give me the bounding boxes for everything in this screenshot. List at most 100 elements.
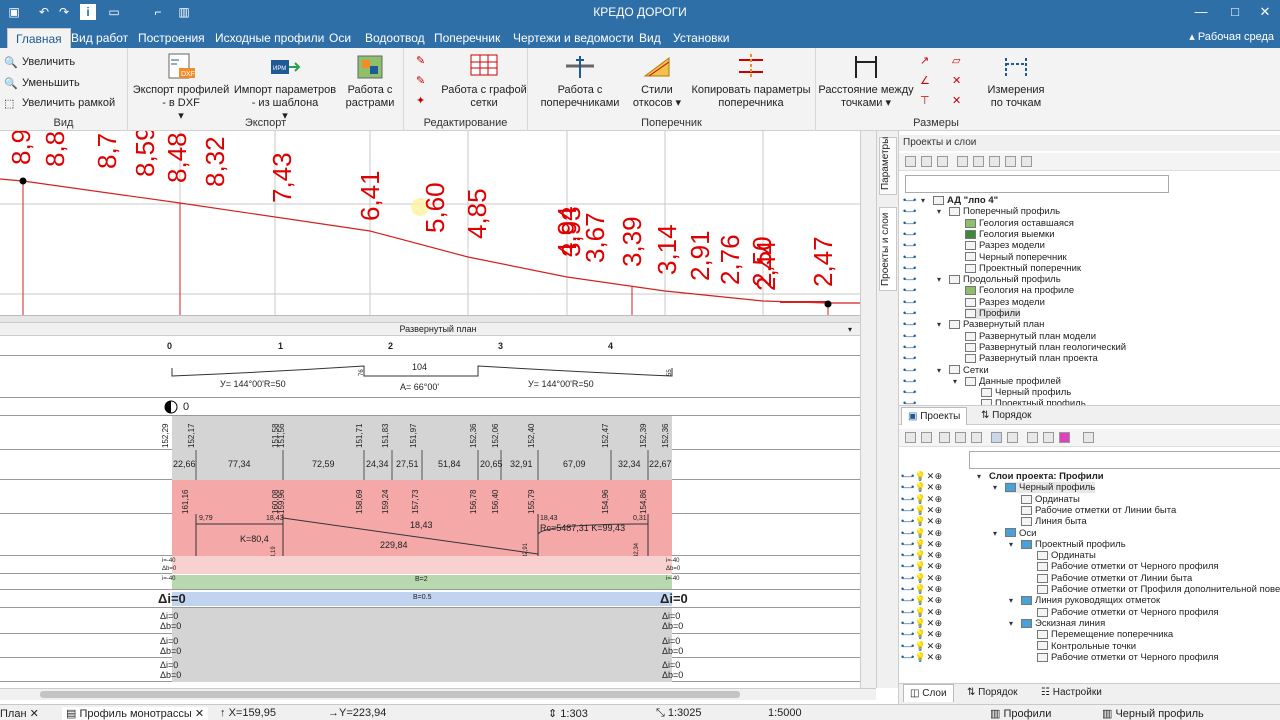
layer-controls-icon[interactable]: •—• 💡 ✕ ⊕ xyxy=(901,573,942,584)
toolbar-icon[interactable] xyxy=(1005,156,1016,167)
tab-layers-order[interactable]: ⇅ Порядок xyxy=(961,684,1024,702)
project-tree-item[interactable]: Профили xyxy=(965,308,1021,319)
layer-tree-item[interactable]: Рабочие отметки от Линии быта xyxy=(1037,573,1192,584)
project-tree-item[interactable]: Геология выемки xyxy=(965,229,1055,240)
close-tab-icon[interactable]: ✕ xyxy=(30,708,39,720)
maximize-icon[interactable]: □ xyxy=(1220,2,1250,22)
vertical-scrollbar[interactable] xyxy=(860,131,876,688)
expand-chevron-icon[interactable]: ▾ xyxy=(977,472,981,481)
layer-tree-item[interactable]: Проектный профиль xyxy=(1021,539,1126,550)
edit-icon-3[interactable]: ✦ xyxy=(416,94,425,107)
active-black-profile[interactable]: ▥ Черный профиль xyxy=(1102,707,1204,720)
toolbar-icon[interactable] xyxy=(905,156,916,167)
tab-order[interactable]: ⇅ Порядок xyxy=(975,407,1038,425)
layer-tree-item[interactable]: Рабочие отметки от Профиля дополнительно… xyxy=(1037,584,1280,595)
dim-vertical-icon[interactable]: ⊤ xyxy=(920,94,930,107)
close-tab-icon[interactable]: ✕ xyxy=(195,708,204,720)
workspace-label[interactable]: ▴ Рабочая среда xyxy=(1189,30,1274,43)
toolbar-icon[interactable] xyxy=(1027,432,1038,443)
layer-tree-item[interactable]: Слои проекта: Профили xyxy=(989,471,1104,482)
toolbar-icon[interactable] xyxy=(1021,156,1032,167)
toolbar-icon[interactable] xyxy=(905,432,916,443)
project-tree-item[interactable]: Данные профилей xyxy=(965,376,1061,387)
edit-icon-2[interactable]: ✎ xyxy=(416,74,425,87)
expand-chevron-icon[interactable]: ▾ xyxy=(1009,619,1013,628)
project-tree-item[interactable]: Разрез модели xyxy=(965,297,1045,308)
expand-chevron-icon[interactable]: ▾ xyxy=(937,207,941,216)
tab-view[interactable]: Вид xyxy=(631,28,669,48)
measure-points-button[interactable]: Измерения по точкам xyxy=(980,52,1052,110)
toolbar-icon[interactable] xyxy=(1043,432,1054,443)
doc-tab-profile[interactable]: ▤ Профиль монотрассы ✕ xyxy=(62,707,209,720)
layer-tree-item[interactable]: Линия быта xyxy=(1021,516,1087,527)
toolbar-icon[interactable] xyxy=(1059,432,1070,443)
edit-icon-1[interactable]: ✎ xyxy=(416,54,425,67)
layer-controls-icon[interactable]: •—• 💡 ✕ ⊕ xyxy=(901,471,942,482)
dim-delete-icon[interactable]: ✕ xyxy=(952,94,961,107)
tab-work-type[interactable]: Вид работ xyxy=(63,28,136,48)
toolbar-icon[interactable] xyxy=(957,156,968,167)
expand-chevron-icon[interactable]: ▾ xyxy=(1009,596,1013,605)
layer-controls-icon[interactable]: •—• 💡 ✕ ⊕ xyxy=(901,561,942,572)
panel-menu-icon[interactable]: ▾ xyxy=(848,323,852,336)
dim-shape-icon[interactable]: ▱ xyxy=(952,54,960,67)
layer-controls-icon[interactable]: •—• 💡 ✕ ⊕ xyxy=(901,607,942,618)
layer-controls-icon[interactable]: •—• 💡 ✕ ⊕ xyxy=(901,550,942,561)
layer-controls-icon[interactable]: •—• 💡 ✕ ⊕ xyxy=(901,505,942,516)
expand-chevron-icon[interactable]: ▾ xyxy=(993,529,997,538)
layer-controls-icon[interactable]: •—• 💡 ✕ ⊕ xyxy=(901,652,942,663)
layer-controls-icon[interactable]: •—• 💡 ✕ ⊕ xyxy=(901,539,942,550)
layer-controls-icon[interactable]: •—• 💡 ✕ ⊕ xyxy=(901,629,942,640)
doc-tab-plan[interactable]: План ✕ xyxy=(0,707,39,720)
toolbar-icon[interactable] xyxy=(991,432,1002,443)
tab-settings[interactable]: Установки xyxy=(665,28,737,48)
copy-params-button[interactable]: Копировать параметры поперечника xyxy=(688,52,814,110)
layer-tree-item[interactable]: Рабочие отметки от Черного профиля xyxy=(1037,607,1219,618)
zoom-in-button[interactable]: 🔍 Увеличить xyxy=(4,56,75,69)
tab-layers-settings[interactable]: ☷ Настройки xyxy=(1035,684,1108,702)
tab-drainage[interactable]: Водоотвод xyxy=(357,28,433,48)
layer-tree-item[interactable]: Ординаты xyxy=(1037,550,1096,561)
slope-styles-button[interactable]: Стили откосов ▾ xyxy=(628,52,686,110)
minimize-icon[interactable]: — xyxy=(1186,2,1216,22)
plan-grid[interactable]: 0 1 2 3 4 У= 144°00'R=50 104 A= 66°00' У… xyxy=(0,336,860,688)
layer-controls-icon[interactable]: •—• 💡 ✕ ⊕ xyxy=(901,494,942,505)
tab-projects[interactable]: ▣ Проекты xyxy=(901,407,968,425)
toolbar-icon[interactable] xyxy=(939,432,950,443)
layer-tree-item[interactable]: Перемещение поперечника xyxy=(1037,629,1173,640)
close-icon[interactable]: ✕ xyxy=(1250,2,1280,22)
expand-chevron-icon[interactable]: ▾ xyxy=(937,275,941,284)
horizontal-scrollbar[interactable] xyxy=(0,688,876,700)
layer-controls-icon[interactable]: •—• 💡 ✕ ⊕ xyxy=(901,618,942,629)
layer-tree-item[interactable]: Эскизная линия xyxy=(1021,618,1105,629)
project-tree-item[interactable]: Проектный поперечник xyxy=(965,263,1081,274)
import-params-button[interactable]: ИРМ Импорт параметров - из шаблона ▾ xyxy=(230,52,340,123)
expand-chevron-icon[interactable]: ▾ xyxy=(921,196,925,205)
project-tree-item[interactable]: Развернутый план модели xyxy=(965,331,1096,342)
layer-controls-icon[interactable]: •—• 💡 ✕ ⊕ xyxy=(901,641,942,652)
layer-controls-icon[interactable]: •—• 💡 ✕ ⊕ xyxy=(901,595,942,606)
dist-points-button[interactable]: Расстояние между точками ▾ xyxy=(818,52,914,110)
project-tree-item[interactable]: Развернутый план проекта xyxy=(965,353,1098,364)
toolbar-icon[interactable] xyxy=(955,432,966,443)
layer-controls-icon[interactable]: •—• 💡 ✕ ⊕ xyxy=(901,516,942,527)
layers-search-input[interactable] xyxy=(969,451,1280,469)
expand-chevron-icon[interactable]: ▾ xyxy=(937,366,941,375)
project-tree-item[interactable]: Проектный профиль xyxy=(981,398,1086,405)
scale-2[interactable]: ⤡ 1:3025 xyxy=(656,707,702,720)
zoom-frame-button[interactable]: ⬚ Увеличить рамкой xyxy=(4,97,115,110)
scale-1[interactable]: ⇕ 1:303 xyxy=(548,707,588,720)
toolbar-icon[interactable] xyxy=(1007,432,1018,443)
project-tree-item[interactable]: Геология оставшаяся xyxy=(965,218,1074,229)
layer-controls-icon[interactable]: •—• 💡 ✕ ⊕ xyxy=(901,528,942,539)
tab-parameters[interactable]: Параметры xyxy=(879,137,897,195)
project-tree-item[interactable]: Разрез модели xyxy=(965,240,1045,251)
layer-tree-item[interactable]: Рабочие отметки от Черного профиля xyxy=(1037,561,1219,572)
tab-home[interactable]: Главная xyxy=(7,28,71,48)
layer-tree-item[interactable]: Рабочие отметки от Линии быта xyxy=(1021,505,1176,516)
tab-axes[interactable]: Оси xyxy=(321,28,359,48)
tab-drawings[interactable]: Чертежи и ведомости xyxy=(505,28,642,48)
grid-work-button[interactable]: Работа с графой сетки xyxy=(440,52,528,110)
cross-work-button[interactable]: Работа с поперечниками xyxy=(534,52,626,110)
toolbar-icon[interactable] xyxy=(937,156,948,167)
